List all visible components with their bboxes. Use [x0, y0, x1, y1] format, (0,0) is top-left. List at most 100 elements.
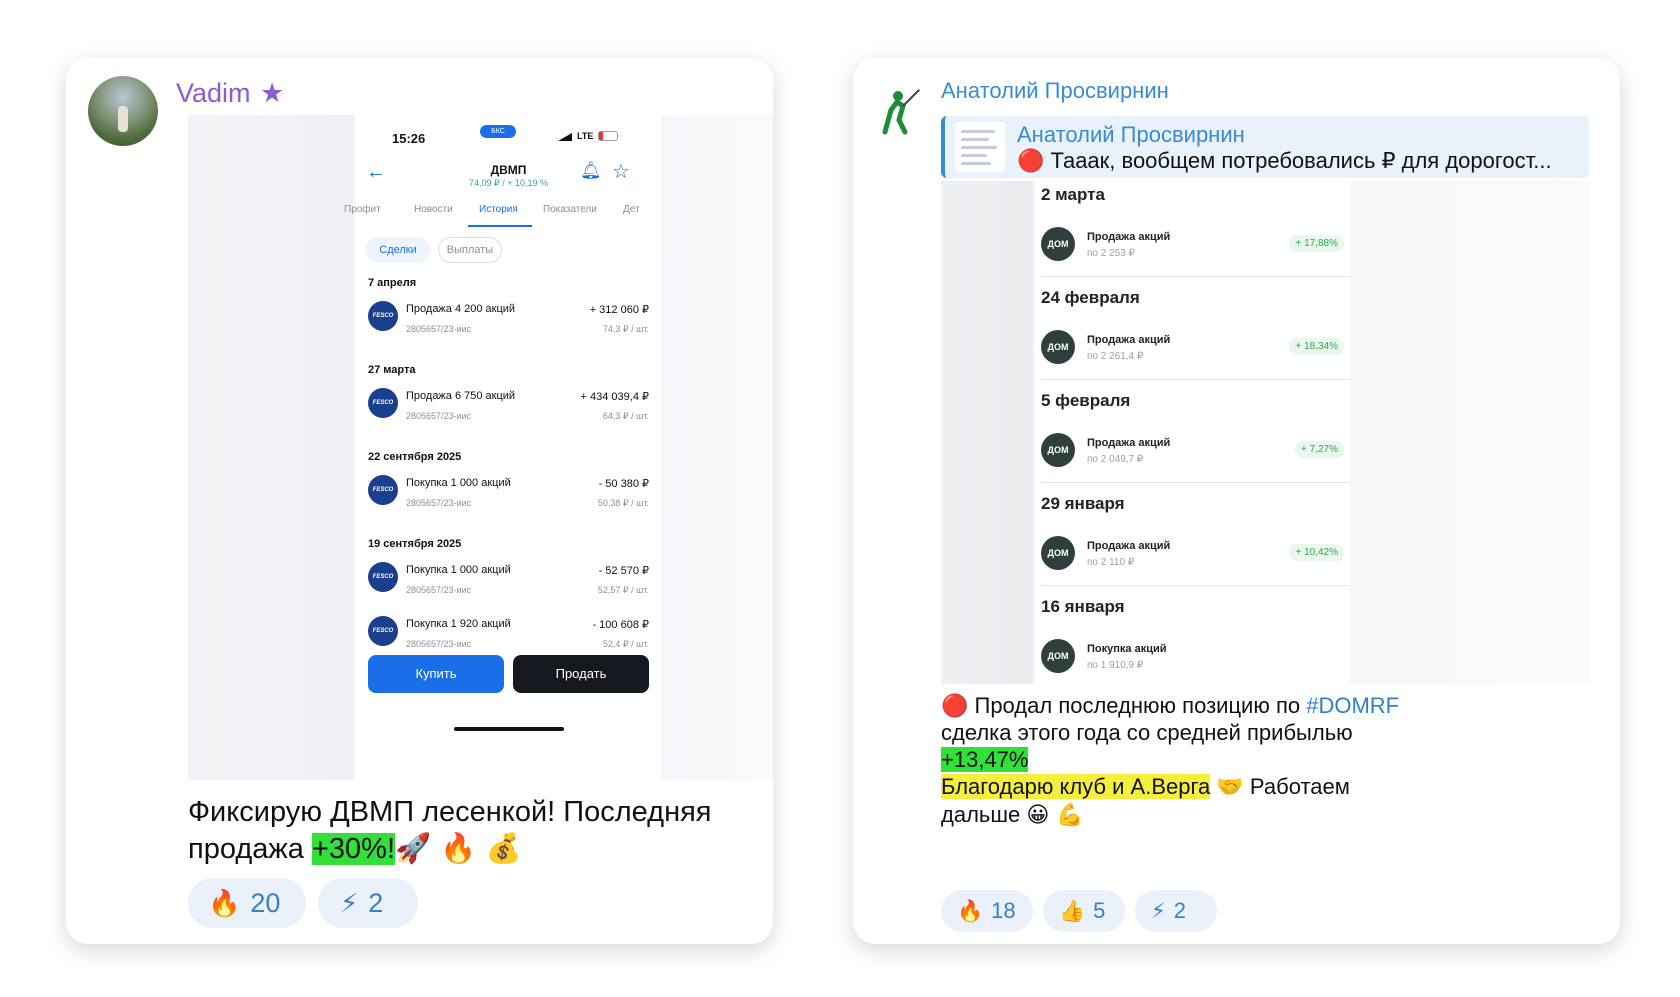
caption-highlight: +30%!: [311, 833, 396, 865]
tab-news[interactable]: Новости: [414, 204, 453, 215]
domrf-logo: ДОМ РФ: [1041, 433, 1075, 489]
home-indicator: [454, 727, 564, 731]
deal-order: 2805657/23-иис: [406, 585, 472, 595]
fesco-logo: FESCO: [368, 388, 398, 418]
chip-payouts[interactable]: Выплаты: [438, 237, 502, 263]
domrf-logo: ДОМ РФ: [1041, 330, 1075, 386]
deal-per: 52,4 ₽ / шт.: [602, 639, 649, 649]
trade-title: Продажа акций: [1087, 437, 1171, 449]
fesco-logo: FESCO: [368, 301, 398, 331]
domrf-logo: ДОМ РФ: [1041, 639, 1075, 695]
caption-line: дальше 😀 💪: [941, 801, 1501, 829]
caption-line: сделка этого года со средней прибылью: [941, 720, 1353, 745]
bell-icon[interactable]: 🔔︎: [580, 161, 602, 181]
tab-details[interactable]: Дет: [623, 204, 640, 215]
deal-order: 2805657/23-иис: [406, 411, 472, 421]
lightning-icon: ⚡: [1151, 899, 1166, 923]
deal-title: Покупка 1 000 акций: [406, 477, 511, 489]
signal-icon: [558, 133, 572, 141]
trade-title: Продажа акций: [1087, 334, 1171, 346]
buy-button[interactable]: Купить: [368, 655, 504, 693]
reply-thumbnail: [955, 122, 1005, 172]
status-time: 15:26: [392, 131, 426, 146]
avatar-figure-icon: [882, 87, 922, 135]
fire-icon: 🔥: [957, 899, 984, 923]
reply-preview[interactable]: Анатолий Просвирнин 🔴 Тааак, вообщем пот…: [941, 116, 1589, 178]
deal-per: 64,3 ₽ / шт.: [602, 411, 649, 421]
trades-screenshot: 2 марта ДОМ РФ Продажа акций по 2 253 ₽ …: [1037, 181, 1350, 695]
reply-author: Анатолий Просвирнин: [1017, 122, 1245, 147]
lightning-icon: ⚡: [340, 889, 359, 919]
caption-line: Благодарю клуб и А.Верга 🤝 Работаем: [941, 773, 1501, 801]
deal-per: 52,57 ₽ / шт.: [597, 585, 649, 595]
domrf-logo: ДОМ РФ: [1041, 536, 1075, 592]
deal-amount: + 434 039,4 ₽: [580, 391, 649, 403]
tab-history[interactable]: История: [479, 204, 518, 215]
reply-text: 🔴 Тааак, вообщем потребовались ₽ для дор…: [1017, 148, 1552, 173]
thumbs-up-icon: 👍: [1059, 899, 1086, 923]
reaction-fire[interactable]: 🔥 18: [941, 890, 1033, 932]
deal-title: Покупка 1 920 акций: [406, 618, 511, 630]
profit-highlight: +13,47%: [941, 747, 1029, 772]
deal-title: Покупка 1 000 акций: [406, 564, 511, 576]
reaction-fire[interactable]: 🔥 20: [188, 878, 306, 928]
handshake-icon: 🤝: [1216, 775, 1244, 800]
phone-screenshot: 15:26 БКС LTE ← ДВМП 74,09 ₽ / + 10,19 %…: [344, 115, 661, 780]
divider: [1041, 585, 1350, 586]
date-header: 5 февраля: [1041, 391, 1131, 410]
trade-price: по 2 110 ₽: [1087, 557, 1135, 568]
date-header: 22 сентября 2025: [368, 451, 462, 463]
reaction-thumbs-up[interactable]: 👍 5: [1043, 890, 1125, 932]
trade-title: Продажа акций: [1087, 231, 1171, 243]
chip-deals[interactable]: Сделки: [366, 237, 430, 263]
deal-order: 2805657/23-иис: [406, 324, 472, 334]
post-caption: Фиксирую ДВМП лесенкой! Последняя продаж…: [188, 794, 748, 867]
reaction-lightning[interactable]: ⚡ 2: [318, 878, 418, 928]
date-header: 7 апреля: [368, 277, 417, 289]
trade-price: по 1 910,9 ₽: [1087, 660, 1144, 671]
caption-text: дальше: [941, 802, 1021, 827]
post-card-anatoly: Анатолий Просвирнин Анатолий Просвирнин …: [853, 58, 1620, 944]
star-icon[interactable]: ☆: [612, 159, 630, 184]
divider: [1041, 276, 1350, 277]
date-header: 2 марта: [1041, 185, 1105, 204]
tab-underline: [468, 225, 532, 227]
deal-title: Продажа 6 750 акций: [406, 390, 516, 402]
caption-text: Работаем: [1243, 774, 1350, 799]
reaction-lightning[interactable]: ⚡ 2: [1135, 890, 1217, 932]
reaction-count: 2: [1173, 898, 1186, 923]
trade-price: по 2 049,7 ₽: [1087, 454, 1144, 465]
hashtag-link[interactable]: #DOMRF: [1306, 693, 1399, 718]
thanks-highlight: Благодарю клуб и А.Верга: [941, 774, 1211, 799]
trade-price: по 2 261,4 ₽: [1087, 351, 1144, 362]
post-caption: 🔴 Продал последнюю позицию по #DOMRF сде…: [941, 692, 1501, 829]
post-image[interactable]: 2 марта ДОМ РФ Продажа акций по 2 253 ₽ …: [941, 181, 1590, 695]
trade-profit: + 18,34%: [1289, 338, 1344, 355]
date-header: 24 февраля: [1041, 288, 1140, 307]
tab-metrics[interactable]: Показатели: [543, 204, 597, 215]
divider: [1041, 379, 1350, 380]
deal-per: 74,3 ₽ / шт.: [602, 324, 649, 334]
tab-profit[interactable]: Профит: [344, 204, 381, 215]
author-name[interactable]: Vadim ★: [176, 78, 284, 109]
deal-amount: - 52 570 ₽: [598, 565, 649, 577]
date-header: 16 января: [1041, 597, 1125, 616]
trade-price: по 2 253 ₽: [1087, 248, 1135, 259]
deal-amount: + 312 060 ₽: [589, 304, 649, 316]
date-header: 19 сентября 2025: [368, 538, 462, 550]
trade-profit: + 17,88%: [1289, 235, 1344, 252]
date-header: 29 января: [1041, 494, 1125, 513]
divider: [1041, 482, 1350, 483]
smile-muscle-icons: 😀 💪: [1026, 803, 1084, 828]
sell-button[interactable]: Продать: [513, 655, 649, 693]
avatar[interactable]: [88, 76, 158, 146]
avatar[interactable]: [867, 80, 927, 140]
author-name[interactable]: Анатолий Просвирнин: [941, 78, 1169, 104]
carrier-badge: БКС: [480, 125, 516, 138]
deal-amount: - 50 380 ₽: [598, 478, 649, 490]
caption-text: 🔴 Продал последнюю позицию по: [941, 693, 1307, 718]
deal-order: 2805657/23-иис: [406, 498, 472, 508]
reaction-count: 20: [250, 888, 281, 918]
post-image[interactable]: 15:26 БКС LTE ← ДВМП 74,09 ₽ / + 10,19 %…: [188, 115, 773, 780]
post-card-vadim: Vadim ★ 15:26 БКС LTE ← ДВМП 74,09 ₽ / +…: [66, 58, 773, 944]
